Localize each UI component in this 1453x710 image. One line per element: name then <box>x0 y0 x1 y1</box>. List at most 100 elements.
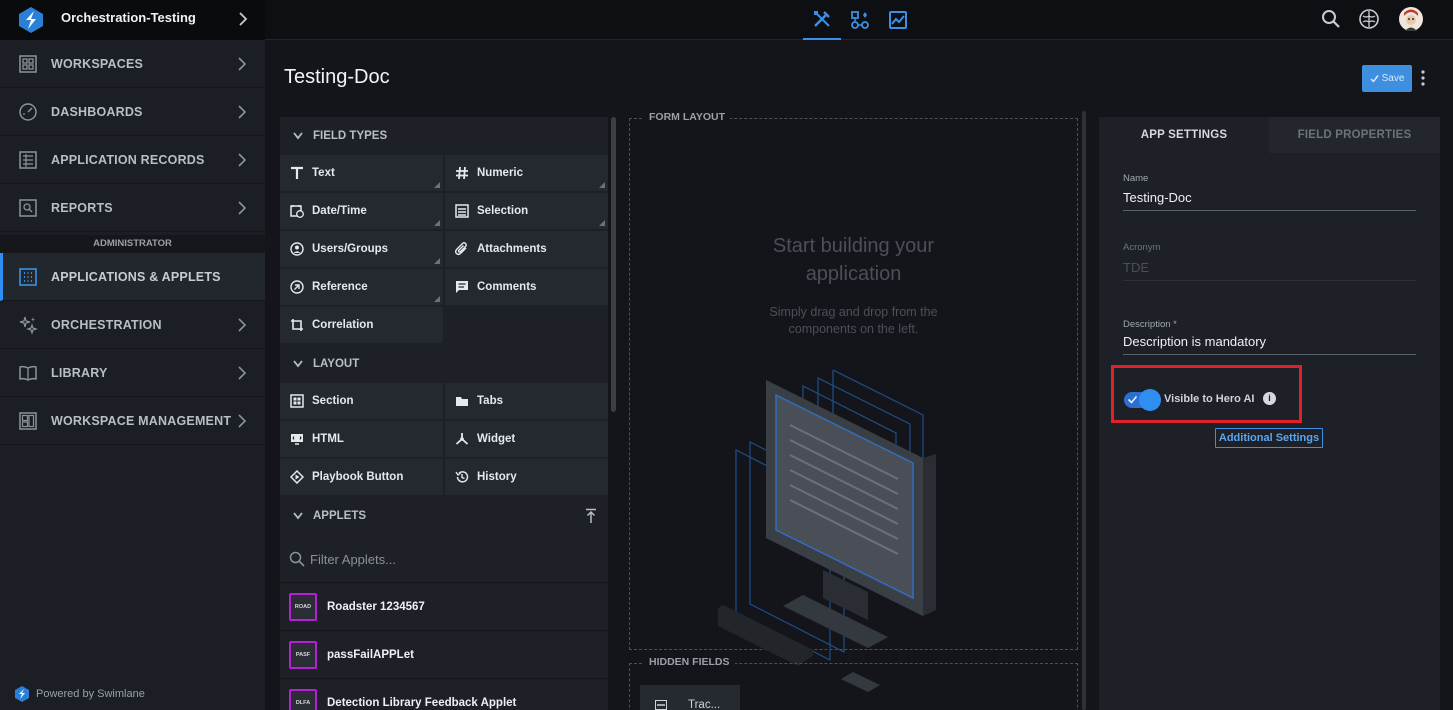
additional-settings-button[interactable]: Additional Settings <box>1215 428 1323 448</box>
sidebar-item-library[interactable]: LIBRARY <box>0 349 265 397</box>
search-icon <box>289 551 305 567</box>
tab-app-settings[interactable]: APP SETTINGS <box>1099 117 1269 153</box>
reports-icon <box>19 198 37 217</box>
collapse-to-top-icon[interactable] <box>584 508 598 524</box>
comment-icon <box>454 279 470 295</box>
corner-marker <box>434 258 440 264</box>
caret-down-icon <box>293 359 303 367</box>
page-title: Testing-Doc <box>284 66 390 88</box>
builder-tools-tab[interactable] <box>803 0 841 40</box>
field-type-correlation[interactable]: Correlation <box>280 307 443 343</box>
paperclip-icon <box>454 241 470 257</box>
hidden-field-item[interactable]: Trac... <box>640 685 740 710</box>
layout-widget[interactable]: Widget <box>445 421 608 457</box>
field-type-selection[interactable]: Selection <box>445 193 608 229</box>
field-type-reference[interactable]: Reference <box>280 269 443 305</box>
sidebar-item-workspaces[interactable]: WORKSPACES <box>0 40 265 88</box>
palette-scrollbar[interactable] <box>611 117 616 412</box>
caret-down-icon <box>293 131 303 139</box>
field-type-label: Correlation <box>312 319 374 331</box>
name-field[interactable]: Testing-Doc <box>1123 190 1416 211</box>
calendar-clock-icon <box>289 203 305 219</box>
applet-badge: PASF <box>289 640 317 669</box>
visible-to-hero-ai-toggle[interactable] <box>1124 389 1161 411</box>
more-options-icon[interactable] <box>1418 69 1428 87</box>
workspaces-icon <box>19 54 37 73</box>
sidebar-item-dashboards[interactable]: DASHBOARDS <box>0 88 265 136</box>
sidebar-item-label: REPORTS <box>51 200 113 215</box>
info-icon[interactable]: i <box>1263 392 1276 405</box>
corner-marker <box>434 182 440 188</box>
field-type-label: Comments <box>477 281 537 293</box>
swimlane-logo-icon <box>19 7 43 33</box>
search-button[interactable] <box>1318 6 1344 32</box>
layout-playbook-button[interactable]: Playbook Button <box>280 459 443 495</box>
description-label: Description * <box>1123 319 1177 330</box>
dashboard-gauge-icon <box>19 102 37 121</box>
field-type-attachments[interactable]: Attachments <box>445 231 608 267</box>
field-type-label: Selection <box>477 205 529 217</box>
layout-html[interactable]: HTML <box>280 421 443 457</box>
name-label: Name <box>1123 173 1149 184</box>
sidebar-item-label: DASHBOARDS <box>51 104 143 119</box>
user-avatar[interactable] <box>1398 6 1424 32</box>
chevron-right-icon <box>238 152 247 167</box>
applet-item[interactable]: PASF passFailAPPLet <box>280 631 608 679</box>
corner-marker <box>434 220 440 226</box>
sidebar-item-workspace-management[interactable]: WORKSPACE MANAGEMENT <box>0 397 265 445</box>
layout-item-label: History <box>477 471 517 483</box>
field-type-users-groups[interactable]: Users/Groups <box>280 231 443 267</box>
applet-item[interactable]: DLFA Detection Library Feedback Applet <box>280 679 608 710</box>
widget-icon <box>454 431 470 447</box>
save-button[interactable]: Save <box>1362 65 1412 92</box>
history-icon <box>454 469 470 485</box>
layout-item-label: Section <box>312 395 354 407</box>
caret-down-icon <box>293 511 303 519</box>
layout-section[interactable]: Section <box>280 383 443 419</box>
workflow-icon <box>851 11 869 29</box>
sidebar-item-reports[interactable]: REPORTS <box>0 184 265 232</box>
layout-header[interactable]: LAYOUT <box>280 345 608 382</box>
field-type-text[interactable]: Text <box>280 155 443 191</box>
hero-ai-button[interactable] <box>1356 6 1382 32</box>
workspace-switcher[interactable]: Orchestration-Testing <box>0 0 265 40</box>
field-type-datetime[interactable]: Date/Time <box>280 193 443 229</box>
visualization-tab[interactable] <box>879 0 917 40</box>
powered-by-footer: Powered by Swimlane <box>14 685 145 703</box>
field-type-label: Numeric <box>477 167 524 179</box>
sidebar: WORKSPACES DASHBOARDS APPLICATION RECORD… <box>0 40 265 710</box>
search-icon <box>1322 10 1340 28</box>
sidebar-item-application-records[interactable]: APPLICATION RECORDS <box>0 136 265 184</box>
field-types-header[interactable]: FIELD TYPES <box>280 117 608 154</box>
builder-mode-tabs <box>803 0 917 40</box>
workspace-management-icon <box>19 411 37 430</box>
field-type-label: Text <box>312 167 335 179</box>
workflow-tab[interactable] <box>841 0 879 40</box>
user-circle-icon <box>289 241 305 257</box>
filter-applets-input[interactable] <box>310 547 590 571</box>
corner-marker <box>434 296 440 302</box>
field-type-numeric[interactable]: Numeric <box>445 155 608 191</box>
field-type-comments[interactable]: Comments <box>445 269 608 305</box>
sidebar-item-applications-applets[interactable]: APPLICATIONS & APPLETS <box>0 253 265 301</box>
reference-icon <box>289 279 305 295</box>
field-type-label: Date/Time <box>312 205 367 217</box>
sidebar-item-orchestration[interactable]: ORCHESTRATION <box>0 301 265 349</box>
empty-sub-line: components on the left. <box>788 322 919 336</box>
sidebar-item-label: WORKSPACES <box>51 56 144 71</box>
layout-item-label: Playbook Button <box>312 471 404 483</box>
tabs-icon <box>454 393 470 409</box>
layout-tabs[interactable]: Tabs <box>445 383 608 419</box>
applet-label: Detection Library Feedback Applet <box>327 696 517 709</box>
field-type-label: Attachments <box>477 243 547 255</box>
applet-item[interactable]: ROAD Roadster 1234567 <box>280 583 608 631</box>
hidden-fields-legend: HIDDEN FIELDS <box>644 656 735 668</box>
field-card-icon <box>655 700 667 710</box>
tab-field-properties[interactable]: FIELD PROPERTIES <box>1269 117 1440 153</box>
applets-header[interactable]: APPLETS <box>280 497 608 534</box>
form-scrollbar[interactable] <box>1082 111 1086 710</box>
description-field[interactable]: Description is mandatory <box>1123 334 1416 355</box>
powered-by-text: Powered by Swimlane <box>36 688 145 700</box>
layout-history[interactable]: History <box>445 459 608 495</box>
layout-item-label: Widget <box>477 433 516 445</box>
